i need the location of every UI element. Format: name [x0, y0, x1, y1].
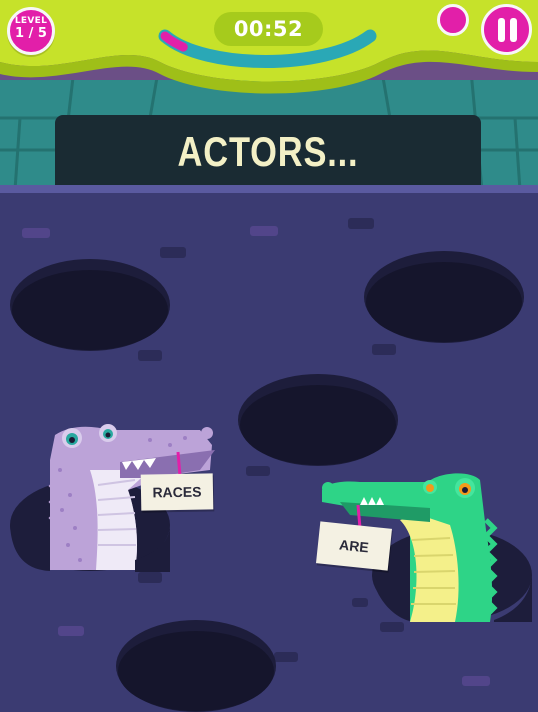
- prompt-banner: ACTORS...: [55, 115, 481, 185]
- pause-icon-bar: [510, 18, 517, 42]
- prompt-text: ACTORS...: [177, 128, 359, 175]
- game-scene: [0, 0, 538, 712]
- pause-icon: [498, 18, 505, 42]
- timer-display: 00:52: [214, 12, 323, 46]
- pause-button[interactable]: [481, 4, 532, 55]
- level-badge: LEVEL 1 / 5: [7, 7, 55, 55]
- level-label: LEVEL: [14, 16, 48, 26]
- answer-sign-are[interactable]: ARE: [316, 521, 392, 571]
- answer-sign-races[interactable]: RACES: [140, 473, 214, 511]
- floor-edge: [0, 185, 538, 193]
- sound-button[interactable]: [437, 4, 469, 36]
- level-value: 1 / 5: [15, 26, 47, 41]
